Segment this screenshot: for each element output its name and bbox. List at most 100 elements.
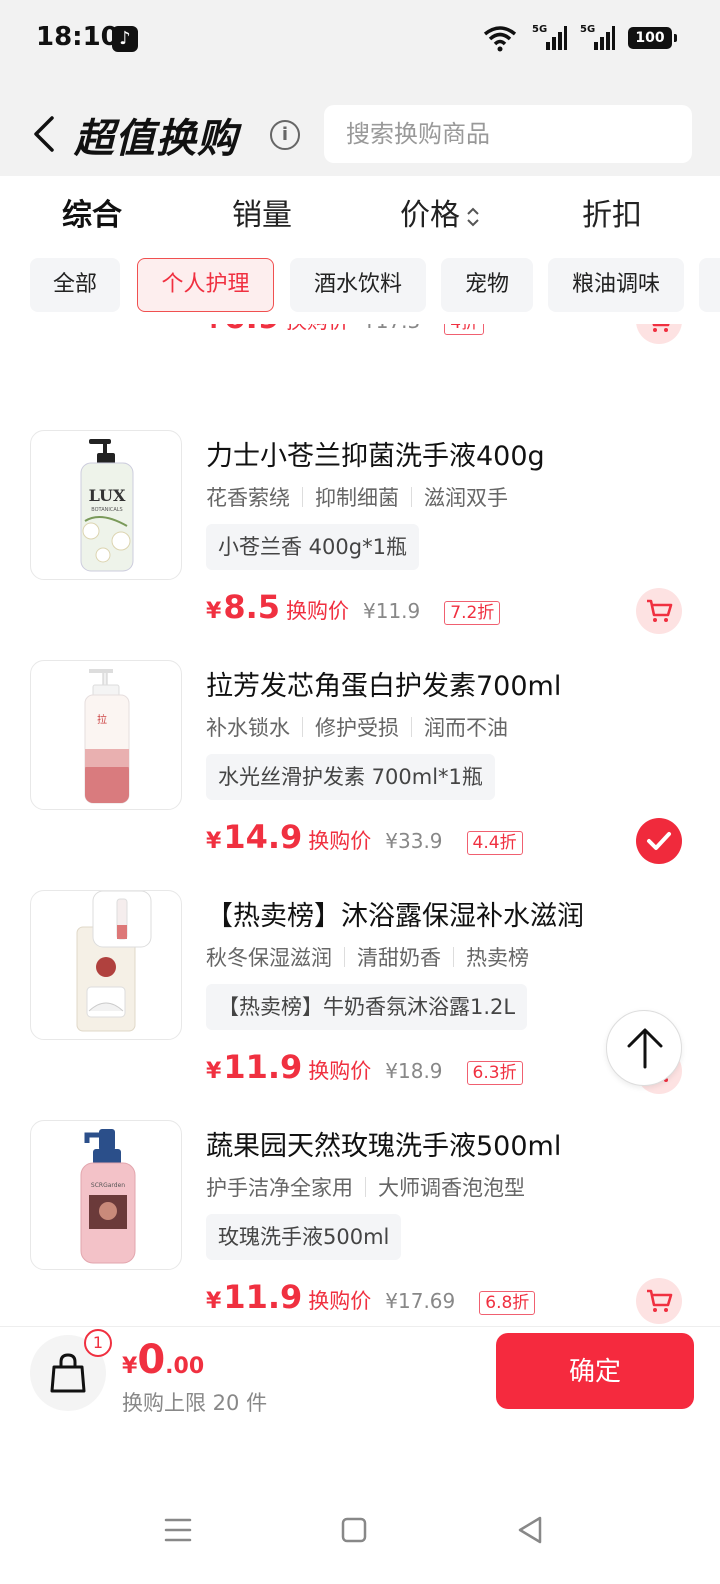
cart-icon xyxy=(652,324,670,332)
product-spec[interactable]: 小苍兰香 400g*1瓶 xyxy=(206,524,419,570)
category-chip-grain-oil[interactable]: 粮油调味 xyxy=(548,258,684,312)
back-to-top-button[interactable] xyxy=(606,1010,682,1086)
exchange-price: 14.9 xyxy=(223,818,303,856)
signal-icon-1: 5G xyxy=(532,24,567,52)
currency-symbol: ¥ xyxy=(206,1289,222,1314)
search-input[interactable] xyxy=(324,105,692,163)
wifi-icon xyxy=(483,26,517,52)
product-name: 蔬果园天然玫瑰洗手液500ml xyxy=(206,1131,562,1162)
discount-badge: 6.3折 xyxy=(466,1061,523,1085)
price-label: 换购价 xyxy=(308,1059,372,1083)
svg-text:BOTANICALS: BOTANICALS xyxy=(91,507,122,513)
currency-symbol: ¥ xyxy=(206,599,222,624)
back-arrow-icon[interactable] xyxy=(30,114,58,154)
total-decimal: .00 xyxy=(165,1354,205,1379)
sort-tab-comprehensive[interactable]: 综合 xyxy=(62,190,122,234)
check-icon xyxy=(647,832,671,850)
product-spec[interactable]: 水光丝滑护发素 700ml*1瓶 xyxy=(206,754,495,800)
home-square-icon[interactable] xyxy=(334,1510,374,1550)
product-name: 【热卖榜】沐浴露保湿补水滋润 xyxy=(206,901,584,932)
discount-badge: 7.2折 xyxy=(444,601,501,625)
sort-tab-sales[interactable]: 销量 xyxy=(232,190,292,234)
info-icon[interactable]: i xyxy=(270,120,300,150)
search-box[interactable] xyxy=(324,105,692,163)
checkout-bar: 1 ¥0.00 换购上限 20 件 确定 xyxy=(0,1326,720,1430)
exchange-limit-text: 换购上限 20 件 xyxy=(122,1391,268,1415)
sort-tab-discount[interactable]: 折扣 xyxy=(582,190,642,234)
total-currency: ¥ xyxy=(122,1354,138,1379)
exchange-price: 6.9 xyxy=(223,324,280,336)
product-tag: 大师调香泡泡型 xyxy=(378,1176,525,1200)
total-integer: 0 xyxy=(137,1337,166,1383)
discount-badge: 4.4折 xyxy=(466,831,523,855)
confirm-button[interactable]: 确定 xyxy=(496,1333,694,1409)
product-item[interactable]: SCRGarden 蔬果园天然玫瑰洗手液500ml 护手洁净全家用 大师调香泡泡… xyxy=(0,1120,720,1326)
price-label: 换购价 xyxy=(308,1289,372,1313)
add-to-cart-button[interactable] xyxy=(636,324,682,344)
currency-symbol: ¥ xyxy=(206,829,222,854)
menu-icon[interactable] xyxy=(158,1510,198,1550)
add-to-cart-button[interactable] xyxy=(636,588,682,634)
add-to-cart-button[interactable] xyxy=(636,1278,682,1324)
category-chip-all[interactable]: 全部 xyxy=(30,258,120,312)
product-image: SCRGarden xyxy=(30,1120,182,1270)
sort-bar: 综合 销量 价格 折扣 xyxy=(0,176,720,246)
product-image xyxy=(30,890,182,1040)
page-title: 超值换购 xyxy=(74,116,238,162)
product-image: LUX BOTANICALS xyxy=(30,430,182,580)
network-type-1: 5G xyxy=(532,24,548,35)
product-tags: 补水锁水 修护受损 润而不油 xyxy=(206,712,508,742)
product-spec[interactable]: 【热卖榜】牛奶香氛沐浴露1.2L xyxy=(206,984,528,1030)
product-item-partial[interactable]: ¥ 6.9 换购价 ¥17.3 4折 xyxy=(0,324,720,370)
price-label: 换购价 xyxy=(286,324,349,335)
signal-icon-2: 5G xyxy=(580,24,615,52)
product-item[interactable]: LUX BOTANICALS 力士小苍兰抑菌洗手液400g 花香萦绕 抑制细菌 … xyxy=(0,430,720,660)
price-row: ¥ 14.9 换购价 ¥33.9 4.4折 xyxy=(206,818,523,862)
currency-symbol: ¥ xyxy=(206,324,221,334)
product-tags: 护手洁净全家用 大师调香泡泡型 xyxy=(206,1172,525,1202)
back-triangle-icon[interactable] xyxy=(510,1510,550,1550)
exchange-price: 11.9 xyxy=(223,1278,303,1316)
discount-badge: 4折 xyxy=(444,324,485,335)
product-tag: 清甜奶香 xyxy=(357,946,441,970)
selected-count-badge: 1 xyxy=(84,1329,112,1357)
discount-badge: 6.8折 xyxy=(479,1291,536,1315)
arrow-up-icon xyxy=(627,1028,663,1069)
svg-text:LUX: LUX xyxy=(89,486,126,505)
product-tag: 滋润双手 xyxy=(424,486,508,510)
category-bar: 全部 个人护理 酒水饮料 宠物 粮油调味 xyxy=(0,246,720,324)
battery-icon: 100 xyxy=(628,27,677,49)
price-row: ¥ 6.9 换购价 ¥17.3 4折 xyxy=(206,324,485,342)
product-tag: 修护受损 xyxy=(315,716,399,740)
sort-tab-price[interactable]: 价格 xyxy=(400,190,480,234)
cart-icon xyxy=(647,599,673,622)
product-tag: 抑制细菌 xyxy=(315,486,399,510)
price-row: ¥ 11.9 换购价 ¥18.9 6.3折 xyxy=(206,1048,523,1092)
sort-updown-icon xyxy=(467,207,479,226)
product-item[interactable]: 拉 拉芳发芯角蛋白护发素700ml 补水锁水 修护受损 润而不油 水光丝滑护发素… xyxy=(0,660,720,890)
cart-icon xyxy=(647,1289,673,1312)
product-spec[interactable]: 玫瑰洗手液500ml xyxy=(206,1214,402,1260)
price-row: ¥ 8.5 换购价 ¥11.9 7.2折 xyxy=(206,588,501,632)
sort-tab-price-label: 价格 xyxy=(400,198,460,233)
price-row: ¥ 11.9 换购价 ¥17.69 6.8折 xyxy=(206,1278,536,1322)
product-image: 拉 xyxy=(30,660,182,810)
category-chip-personal-care[interactable]: 个人护理 xyxy=(137,258,274,312)
svg-text:拉: 拉 xyxy=(97,713,107,726)
product-tags: 秋冬保湿滋润 清甜奶香 热卖榜 xyxy=(206,942,529,972)
original-price: ¥18.9 xyxy=(385,1059,443,1083)
category-chip-drinks[interactable]: 酒水饮料 xyxy=(290,258,426,312)
product-tag: 秋冬保湿滋润 xyxy=(206,946,332,970)
system-nav-bar xyxy=(0,1430,720,1584)
product-list[interactable]: ¥ 6.9 换购价 ¥17.3 4折 LUX xyxy=(0,324,720,1326)
category-chip-pets[interactable]: 宠物 xyxy=(441,258,533,312)
svg-text:SCRGarden: SCRGarden xyxy=(91,1182,125,1189)
network-type-2: 5G xyxy=(580,24,596,35)
selected-check-button[interactable] xyxy=(636,818,682,864)
exchange-price: 11.9 xyxy=(223,1048,303,1086)
exchange-price: 8.5 xyxy=(223,588,280,626)
status-icons: 5G 5G 100 xyxy=(482,24,677,52)
category-chip-more[interactable] xyxy=(699,258,720,312)
product-tag: 热卖榜 xyxy=(466,946,529,970)
product-tag: 补水锁水 xyxy=(206,716,290,740)
